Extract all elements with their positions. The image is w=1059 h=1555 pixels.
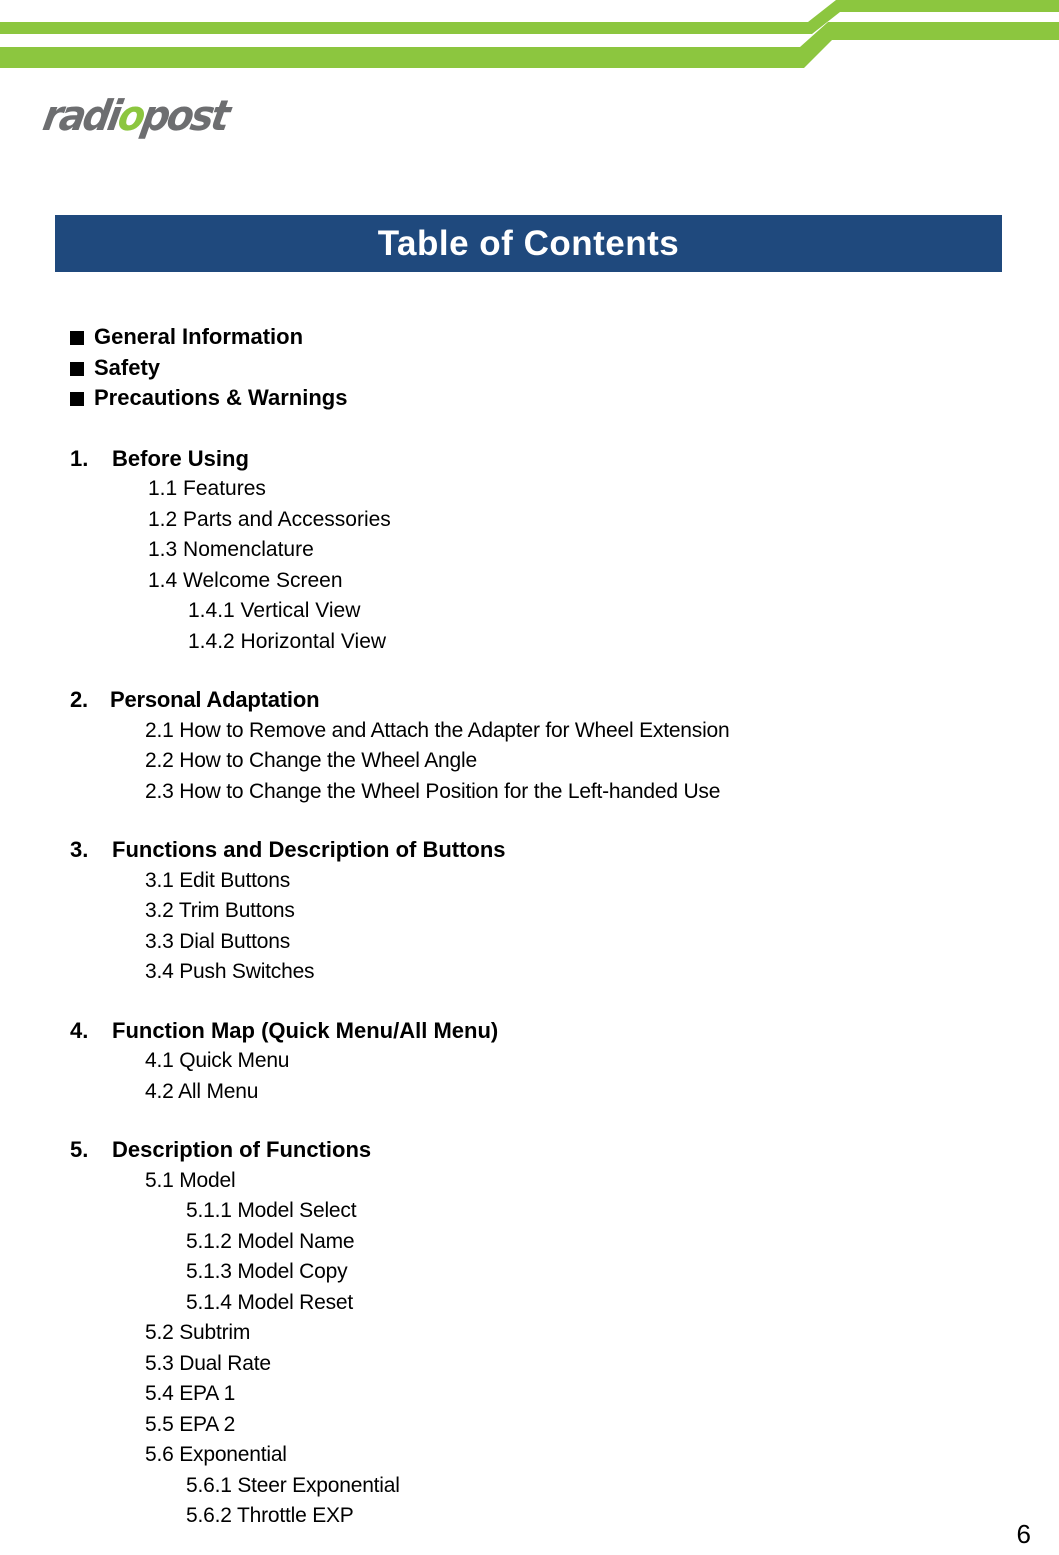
toc-bullet-item[interactable]: General Information (0, 322, 1059, 353)
toc-entry[interactable]: 5.1.4 Model Reset (0, 1288, 1059, 1319)
toc-section-heading[interactable]: 4. Function Map (Quick Menu/All Menu) (0, 1016, 1059, 1047)
logo-wordmark: radiopost (39, 91, 232, 140)
toc-entry[interactable]: 2.1 How to Remove and Attach the Adapter… (0, 716, 1059, 747)
toc-entry[interactable]: 1.4 Welcome Screen (0, 566, 1059, 597)
page-title: Table of Contents (377, 224, 680, 263)
toc-entry[interactable]: 3.1 Edit Buttons (0, 866, 1059, 897)
toc-entry[interactable]: 1.2 Parts and Accessories (0, 505, 1059, 536)
toc-entry[interactable]: 2.3 How to Change the Wheel Position for… (0, 777, 1059, 808)
toc-bullet-label: Precautions & Warnings (94, 385, 348, 410)
section-title: Description of Functions (112, 1137, 372, 1162)
toc-entry[interactable]: 5.5 EPA 2 (0, 1410, 1059, 1441)
toc-entry[interactable]: 5.3 Dual Rate (0, 1349, 1059, 1380)
toc-section-heading[interactable]: 3. Functions and Description of Buttons (0, 835, 1059, 866)
toc-entry[interactable]: 1.3 Nomenclature (0, 535, 1059, 566)
toc-entry[interactable]: 2.2 How to Change the Wheel Angle (0, 746, 1059, 777)
toc-section-heading[interactable]: 2. Personal Adaptation (0, 685, 1059, 716)
toc-entry[interactable]: 3.3 Dial Buttons (0, 927, 1059, 958)
logo-text-after: post (138, 91, 232, 140)
section-number: 2. (70, 687, 88, 712)
section-title: Function Map (Quick Menu/All Menu) (112, 1017, 499, 1043)
toc-entry[interactable]: 1.4.1 Vertical View (0, 596, 1059, 627)
section-number: 1. (70, 445, 89, 471)
square-bullet-icon (70, 361, 84, 376)
logo-text-before: radi (39, 91, 124, 140)
section-number: 5. (70, 1137, 89, 1162)
toc-section-heading[interactable]: 1. Before Using (0, 444, 1059, 475)
toc-entry[interactable]: 3.4 Push Switches (0, 957, 1059, 988)
square-bullet-icon (70, 331, 84, 345)
page-number: 6 (1016, 1519, 1031, 1549)
toc-bullet-label: General Information (94, 324, 304, 349)
section-number: 4. (70, 1017, 89, 1043)
section-title: Before Using (112, 445, 249, 471)
toc-entry[interactable]: 1.1 Features (0, 474, 1059, 505)
toc-entry[interactable]: 4.1 Quick Menu (0, 1046, 1059, 1077)
toc-entry[interactable]: 5.1.3 Model Copy (0, 1257, 1059, 1288)
toc-entry[interactable]: 5.6.2 Throttle EXP (0, 1501, 1059, 1532)
toc-entry[interactable]: 5.1.2 Model Name (0, 1227, 1059, 1258)
toc-entry[interactable]: 3.2 Trim Buttons (0, 896, 1059, 927)
toc-entry[interactable]: 5.4 EPA 1 (0, 1379, 1059, 1410)
table-of-contents: General Information Safety Precautions &… (0, 322, 1059, 1532)
toc-section-heading[interactable]: 5. Description of Functions (0, 1135, 1059, 1166)
section-title: Functions and Description of Buttons (112, 837, 506, 862)
section-number: 3. (70, 837, 89, 862)
toc-entry[interactable]: 5.1 Model (0, 1166, 1059, 1197)
square-bullet-icon (70, 392, 84, 406)
toc-entry[interactable]: 5.6 Exponential (0, 1440, 1059, 1471)
toc-bullet-item[interactable]: Safety (0, 353, 1059, 384)
toc-entry[interactable]: 4.2 All Menu (0, 1077, 1059, 1108)
toc-entry[interactable]: 5.6.1 Steer Exponential (0, 1471, 1059, 1502)
page-title-bar: Table of Contents (55, 215, 1002, 272)
toc-bullet-item[interactable]: Precautions & Warnings (0, 383, 1059, 414)
radiopost-logo: radiopost (40, 86, 308, 148)
green-band-upper (0, 0, 1059, 34)
toc-entry[interactable]: 5.2 Subtrim (0, 1318, 1059, 1349)
toc-entry[interactable]: 1.4.2 Horizontal View (0, 627, 1059, 658)
section-title: Personal Adaptation (110, 687, 320, 712)
toc-entry[interactable]: 5.1.1 Model Select (0, 1196, 1059, 1227)
top-green-banner (0, 0, 1059, 68)
green-band-lower (0, 22, 1059, 68)
